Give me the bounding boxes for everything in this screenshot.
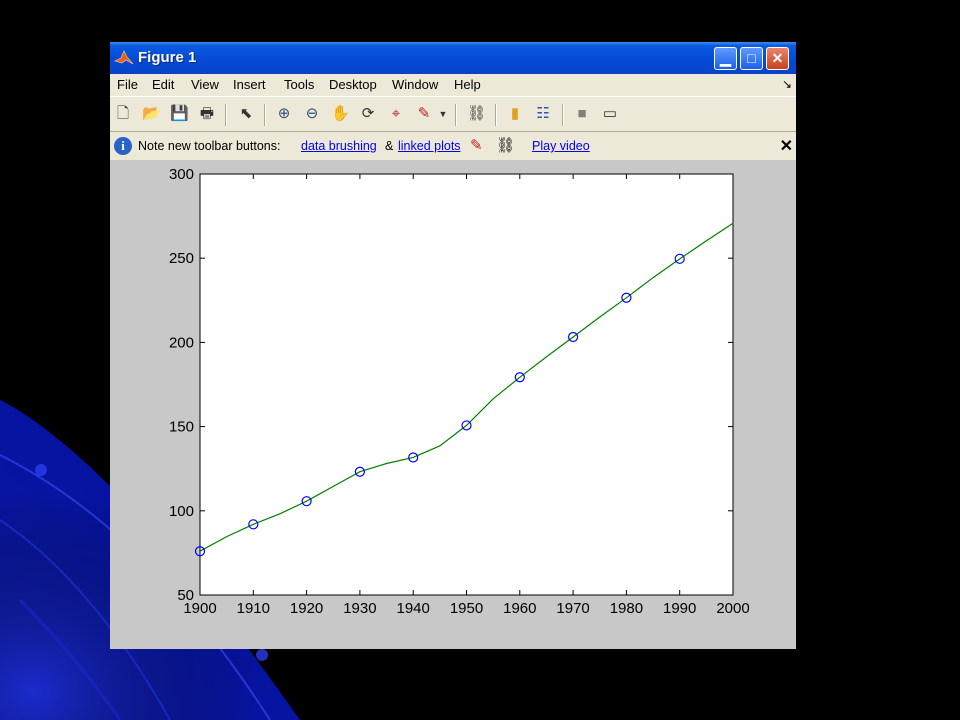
menu-edit[interactable]: Edit (152, 77, 174, 92)
close-icon: ✕ (771, 50, 784, 66)
dock-arrow-icon[interactable]: ↘ (782, 77, 792, 91)
window-title: Figure 1 (138, 49, 197, 66)
y-tick-label: 100 (169, 503, 194, 520)
y-tick-label: 300 (169, 166, 194, 183)
x-tick-label: 1950 (450, 600, 483, 617)
figure-window: Figure 1 ▁ □ ✕ File Edit View Insert Too… (110, 42, 796, 649)
pointer-icon[interactable]: ⬉ (237, 105, 255, 123)
maximize-icon: □ (747, 50, 756, 66)
show-plot-tools-icon[interactable]: ▭ (601, 105, 619, 123)
play-video-link[interactable]: Play video (532, 139, 590, 153)
x-tick-label: 1990 (663, 600, 696, 617)
matlab-logo-icon (114, 50, 134, 65)
pan-icon[interactable]: ✋ (331, 105, 350, 123)
y-tick-label: 150 (169, 419, 194, 436)
ampersand-text: & (385, 139, 394, 153)
link-plot-icon[interactable]: ⛓ (467, 105, 486, 123)
title-bar[interactable]: Figure 1 ▁ □ ✕ (110, 42, 796, 74)
y-tick-label: 200 (169, 334, 194, 351)
x-tick-label: 1960 (503, 600, 536, 617)
save-icon[interactable]: 💾 (170, 105, 189, 123)
info-bar: i Note new toolbar buttons: data brushin… (110, 132, 796, 160)
menu-desktop[interactable]: Desktop (329, 77, 377, 92)
close-button[interactable]: ✕ (766, 47, 789, 70)
open-file-icon[interactable]: 📂 (142, 105, 161, 123)
plot-area: 1900 1910 1920 1930 1940 1950 1960 1970 1980 1990… (110, 160, 796, 649)
menu-file[interactable]: File (117, 77, 138, 92)
info-icon: i (114, 137, 132, 155)
linked-plots-link[interactable]: linked plots (398, 139, 461, 153)
dropdown-arrow-icon[interactable]: ▼ (438, 105, 448, 123)
y-tick-label: 50 (177, 587, 194, 604)
menu-help[interactable]: Help (454, 77, 481, 92)
menu-view[interactable]: View (191, 77, 219, 92)
menu-tools[interactable]: Tools (284, 77, 314, 92)
new-figure-icon[interactable]: 🗋 (114, 105, 132, 123)
menu-window[interactable]: Window (392, 77, 438, 92)
x-tick-label: 1910 (237, 600, 270, 617)
rotate-3d-icon[interactable]: ⟳ (359, 105, 377, 123)
x-tick-label: 1980 (610, 600, 643, 617)
minimize-button[interactable]: ▁ (714, 47, 737, 70)
print-icon[interactable]: 🖶 (198, 105, 216, 123)
brush-icon: ✎ (470, 137, 483, 154)
legend-icon[interactable]: ☷ (534, 105, 552, 123)
close-infobar-icon[interactable]: ✕ (780, 136, 793, 156)
minimize-icon: ▁ (720, 50, 731, 66)
y-tick-label: 250 (169, 250, 194, 267)
menu-bar: File Edit View Insert Tools Desktop Wind… (110, 74, 796, 96)
zoom-out-icon[interactable]: ⊖ (303, 105, 321, 123)
line-chart[interactable]: 1900 1910 1920 1930 1940 1950 1960 1970 1980 1990… (110, 160, 796, 649)
brush-icon[interactable]: ✎ (415, 105, 433, 123)
figure-toolbar: 🗋 📂 💾 🖶 ⬉ ⊕ ⊖ ✋ ⟳ ⌖ ✎ ▼ ⛓ ▮ ☷ ■ ▭ (110, 96, 796, 132)
hide-plot-tools-icon[interactable]: ■ (573, 105, 591, 123)
x-tick-label: 2000 (716, 600, 749, 617)
axes-box (199, 173, 734, 596)
x-tick-label: 1920 (290, 600, 323, 617)
colorbar-icon[interactable]: ▮ (506, 105, 524, 123)
info-message: Note new toolbar buttons: (138, 139, 281, 153)
x-tick-label: 1940 (397, 600, 430, 617)
link-plot-icon: ⛓ (496, 137, 516, 154)
x-tick-label: 1970 (556, 600, 589, 617)
data-cursor-icon[interactable]: ⌖ (387, 105, 405, 123)
x-tick-label: 1930 (343, 600, 376, 617)
data-brushing-link[interactable]: data brushing (301, 139, 377, 153)
maximize-button[interactable]: □ (740, 47, 763, 70)
menu-insert[interactable]: Insert (233, 77, 266, 92)
zoom-in-icon[interactable]: ⊕ (275, 105, 293, 123)
